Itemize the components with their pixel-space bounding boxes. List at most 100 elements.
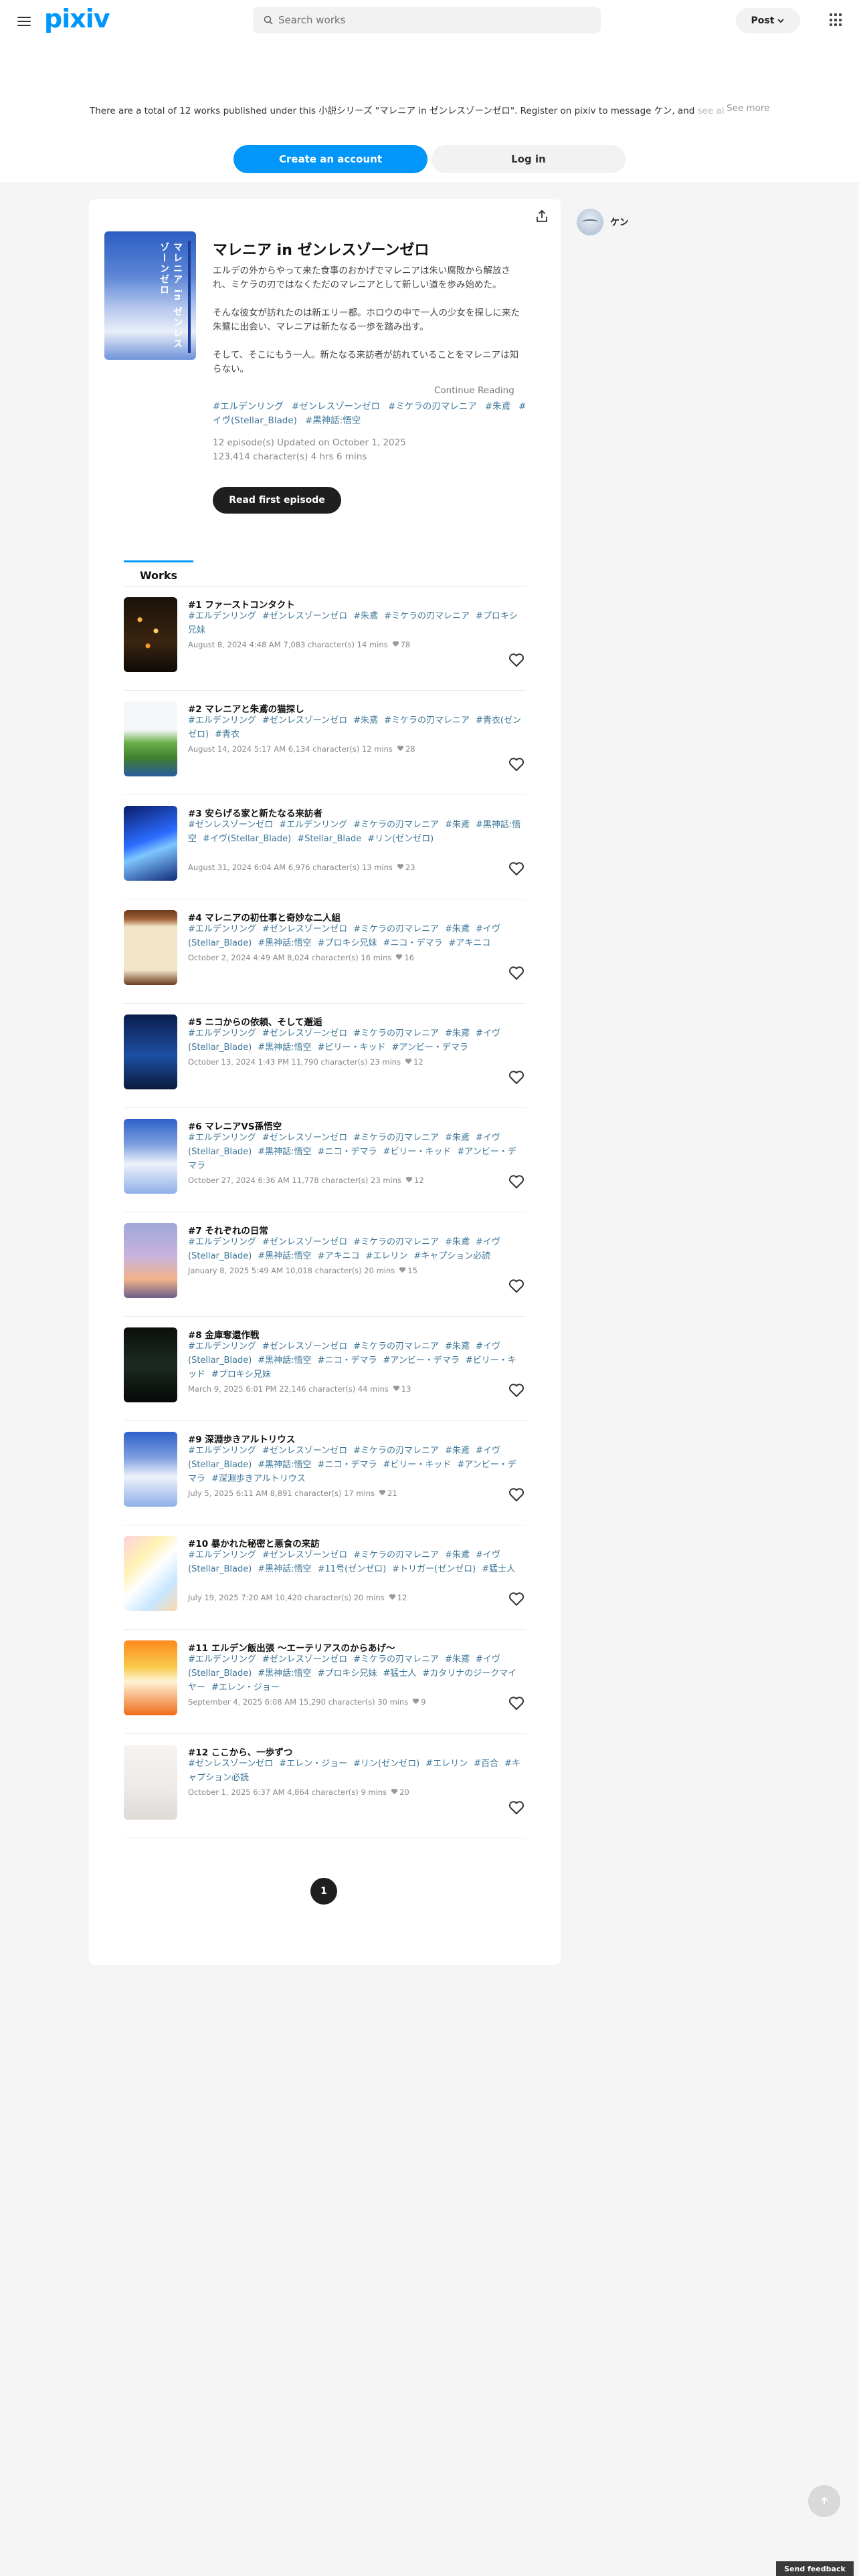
tag-link[interactable]: #キャプション必読 bbox=[413, 1251, 490, 1261]
episode-thumbnail[interactable] bbox=[124, 1223, 177, 1298]
episode-title[interactable]: #7 それぞれの日常 bbox=[188, 1223, 268, 1237]
tag-link[interactable]: #リン(ゼンゼロ) bbox=[367, 834, 434, 844]
log-in-button[interactable]: Log in bbox=[432, 145, 626, 173]
author-card[interactable]: ケン bbox=[577, 209, 629, 235]
episode-row[interactable]: #3 安らげる家と新たなる来訪者 #ゼンレスゾーンゼロ #エルデンリング #ミケラの刃… bbox=[124, 795, 526, 899]
episode-row[interactable]: #1 ファーストコンタクト #エルデンリング #ゼンレスゾーンゼロ #朱鳶 #ミケラの刃… bbox=[124, 586, 526, 691]
tag-link[interactable]: #エルデンリング bbox=[188, 1654, 256, 1665]
tag-link[interactable]: #黒神話:悟空 bbox=[258, 1043, 311, 1053]
tag-link[interactable]: #エルデンリング bbox=[188, 924, 256, 934]
episode-thumbnail[interactable] bbox=[124, 1432, 177, 1507]
episode-thumbnail[interactable] bbox=[124, 806, 177, 881]
create-account-button[interactable]: Create an account bbox=[233, 145, 427, 173]
tag-link[interactable]: #朱鳶 bbox=[445, 820, 470, 830]
tag-link[interactable]: #エルデンリング bbox=[188, 1341, 256, 1352]
tag-link[interactable]: #黒神話:悟空 bbox=[258, 1356, 311, 1366]
tag-link[interactable]: #アキニコ bbox=[318, 1251, 360, 1261]
heart-icon[interactable] bbox=[508, 861, 525, 877]
tag-link[interactable]: #エルデンリング bbox=[279, 820, 347, 830]
tag-link[interactable]: #青衣 bbox=[215, 730, 240, 740]
tag-link[interactable]: #イヴ(Stellar_Blade) bbox=[203, 834, 291, 844]
episode-thumbnail[interactable] bbox=[124, 702, 177, 776]
heart-icon[interactable] bbox=[508, 1069, 525, 1085]
tag-link[interactable]: #朱鳶 bbox=[485, 401, 510, 412]
tag-link[interactable]: #ミケラの刃マレニア bbox=[353, 1133, 439, 1143]
episode-thumbnail[interactable] bbox=[124, 1327, 177, 1402]
tag-link[interactable]: #エレン・ジョー bbox=[279, 1759, 347, 1769]
tag-link[interactable]: #Stellar_Blade bbox=[297, 834, 361, 844]
tag-link[interactable]: #プロキシ兄妹 bbox=[211, 1370, 271, 1380]
post-button[interactable]: Post bbox=[736, 8, 800, 33]
continue-reading-link[interactable]: Continue Reading bbox=[434, 385, 514, 396]
tag-link[interactable]: #プロキシ兄妹 bbox=[318, 938, 377, 948]
episode-row[interactable]: #12 ここから、一歩ずつ #ゼンレスゾーンゼロ #エレン・ジョー #リン(ゼンゼロ)… bbox=[124, 1734, 526, 1838]
heart-icon[interactable] bbox=[508, 1487, 525, 1503]
episode-title[interactable]: #4 マレニアの初仕事と奇妙な二人組 bbox=[188, 910, 341, 924]
author-name[interactable]: ケン bbox=[610, 215, 629, 229]
grid-icon[interactable] bbox=[830, 13, 843, 27]
tag-link[interactable]: #ゼンレスゾーンゼロ bbox=[262, 1029, 347, 1039]
tag-link[interactable]: #黒神話:悟空 bbox=[258, 1669, 311, 1679]
episode-row[interactable]: #11 エルデン飯出張 ～エーテリアスのからあげ～ #エルデンリング #ゼンレスゾー… bbox=[124, 1630, 526, 1734]
tag-link[interactable]: #エルデンリング bbox=[188, 1133, 256, 1143]
tag-link[interactable]: #プロキシ兄妹 bbox=[318, 1669, 377, 1679]
episode-thumbnail[interactable] bbox=[124, 1014, 177, 1089]
episode-title[interactable]: #10 暴かれた秘密と悪食の来訪 bbox=[188, 1536, 320, 1549]
tag-link[interactable]: #アンビー・デマラ bbox=[391, 1043, 468, 1053]
episode-title[interactable]: #8 金庫奪還作戦 bbox=[188, 1327, 259, 1341]
tag-link[interactable]: #朱鳶 bbox=[445, 1550, 470, 1560]
tag-link[interactable]: #ゼンレスゾーンゼロ bbox=[262, 611, 347, 621]
tag-link[interactable]: #朱鳶 bbox=[445, 1133, 470, 1143]
tag-link[interactable]: #エレリン bbox=[425, 1759, 468, 1769]
heart-icon[interactable] bbox=[508, 1174, 525, 1190]
tag-link[interactable]: #ミケラの刃マレニア bbox=[353, 1341, 439, 1352]
episode-thumbnail[interactable] bbox=[124, 910, 177, 985]
episode-title[interactable]: #12 ここから、一歩ずつ bbox=[188, 1745, 292, 1758]
tag-link[interactable]: #ニコ・デマラ bbox=[383, 938, 442, 948]
episode-thumbnail[interactable] bbox=[124, 1119, 177, 1194]
tag-link[interactable]: #朱鳶 bbox=[445, 1654, 470, 1665]
tag-link[interactable]: #ミケラの刃マレニア bbox=[388, 401, 477, 412]
tag-link[interactable]: #朱鳶 bbox=[445, 924, 470, 934]
episode-row[interactable]: #5 ニコからの依頼、そして邂逅 #エルデンリング #ゼンレスゾーンゼロ #ミケラの刃… bbox=[124, 1004, 526, 1108]
search-input[interactable] bbox=[278, 14, 573, 26]
tag-link[interactable]: #ミケラの刃マレニア bbox=[353, 1654, 439, 1665]
tag-link[interactable]: #朱鳶 bbox=[445, 1446, 470, 1456]
tag-link[interactable]: #深淵歩きアルトリウス bbox=[211, 1474, 306, 1484]
tag-link[interactable]: #黒神話:悟空 bbox=[258, 1251, 311, 1261]
tag-link[interactable]: #朱鳶 bbox=[445, 1029, 470, 1039]
read-first-episode-button[interactable]: Read first episode bbox=[213, 487, 341, 514]
tag-link[interactable]: #ゼンレスゾーンゼロ bbox=[262, 1237, 347, 1247]
search-box[interactable] bbox=[253, 7, 601, 33]
tag-link[interactable]: #ビリー・キッド bbox=[383, 1147, 451, 1157]
tag-link[interactable]: #エレン・ジョー bbox=[211, 1683, 280, 1693]
tag-link[interactable]: #エルデンリング bbox=[213, 401, 284, 412]
tag-link[interactable]: #ミケラの刃マレニア bbox=[384, 716, 470, 726]
tag-link[interactable]: #ミケラの刃マレニア bbox=[353, 820, 439, 830]
tag-link[interactable]: #ゼンレスゾーンゼロ bbox=[262, 1446, 347, 1456]
scroll-to-top-button[interactable] bbox=[808, 2485, 840, 2517]
tag-link[interactable]: #黒神話:悟空 bbox=[258, 1147, 311, 1157]
episode-thumbnail[interactable] bbox=[124, 1745, 177, 1820]
tag-link[interactable]: #ゼンレスゾーンゼロ bbox=[262, 1341, 347, 1352]
tag-link[interactable]: #ビリー・キッド bbox=[383, 1460, 451, 1470]
tag-link[interactable]: #ミケラの刃マレニア bbox=[353, 1446, 439, 1456]
tag-link[interactable]: #朱鳶 bbox=[445, 1341, 470, 1352]
heart-icon[interactable] bbox=[508, 965, 525, 981]
tag-link[interactable]: #ゼンレスゾーンゼロ bbox=[262, 1550, 347, 1560]
episode-title[interactable]: #9 深淵歩きアルトリウス bbox=[188, 1432, 295, 1445]
heart-icon[interactable] bbox=[508, 1278, 525, 1294]
tag-link[interactable]: #ミケラの刃マレニア bbox=[353, 1550, 439, 1560]
tag-link[interactable]: #黒神話:悟空 bbox=[305, 415, 361, 426]
tag-link[interactable]: #黒神話:悟空 bbox=[258, 1564, 311, 1574]
tag-link[interactable]: #ゼンレスゾーンゼロ bbox=[188, 820, 273, 830]
tag-link[interactable]: #ミケラの刃マレニア bbox=[353, 1029, 439, 1039]
episode-thumbnail[interactable] bbox=[124, 1536, 177, 1611]
tag-link[interactable]: #ミケラの刃マレニア bbox=[353, 924, 439, 934]
tag-link[interactable]: #エルデンリング bbox=[188, 716, 256, 726]
tag-link[interactable]: #ゼンレスゾーンゼロ bbox=[262, 1133, 347, 1143]
episode-title[interactable]: #2 マレニアと朱鳶の猫探し bbox=[188, 702, 304, 715]
tag-link[interactable]: #ミケラの刃マレニア bbox=[384, 611, 470, 621]
tag-link[interactable]: #猛士人 bbox=[383, 1669, 416, 1679]
heart-icon[interactable] bbox=[508, 1800, 525, 1816]
